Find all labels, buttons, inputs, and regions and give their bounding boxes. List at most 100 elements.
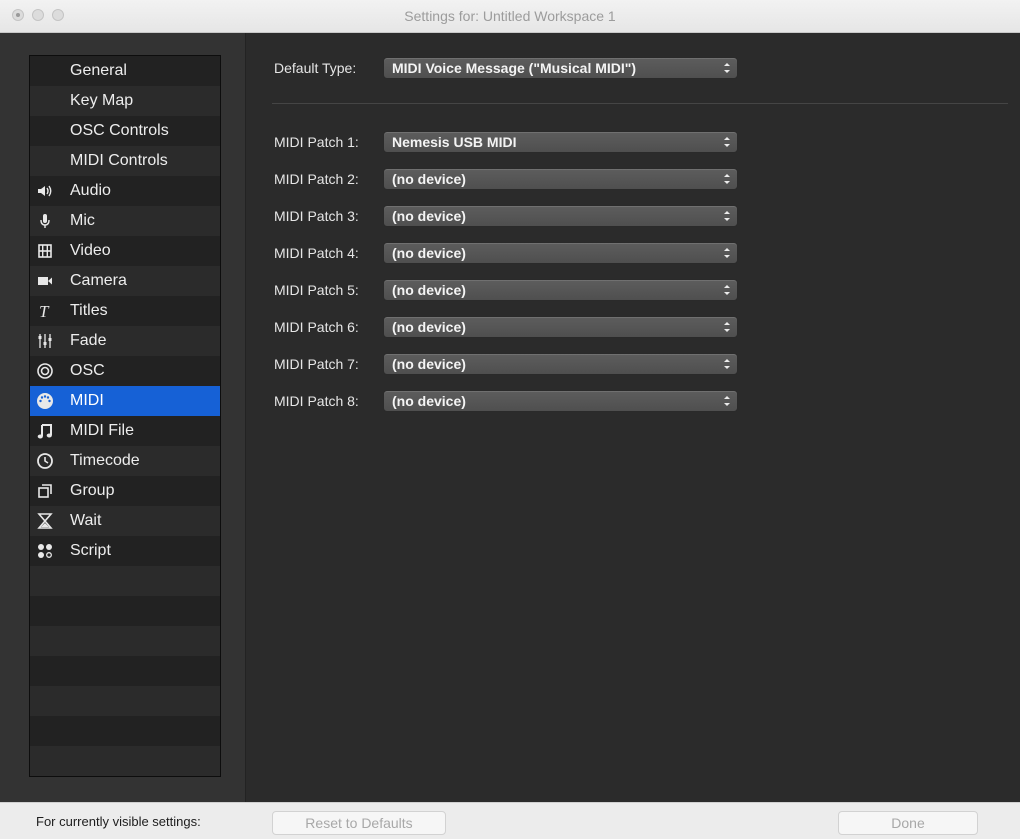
midi-patch-2-label: MIDI Patch 2: bbox=[274, 171, 359, 187]
sidebar-item-midi[interactable]: MIDI bbox=[30, 386, 220, 416]
midi-patch-5-label: MIDI Patch 5: bbox=[274, 282, 359, 298]
sidebar-item-mic[interactable]: Mic bbox=[30, 206, 220, 236]
midi-connector-icon bbox=[36, 392, 54, 410]
sidebar-item-audio[interactable]: Audio bbox=[30, 176, 220, 206]
midi-patch-8-value: (no device) bbox=[392, 393, 466, 409]
sidebar-item-label: OSC Controls bbox=[70, 122, 169, 139]
sidebar-item-fade[interactable]: Fade bbox=[30, 326, 220, 356]
popup-arrows-icon bbox=[724, 359, 730, 369]
midi-patch-6-label: MIDI Patch 6: bbox=[274, 319, 359, 335]
midi-patch-8-popup[interactable]: (no device) bbox=[383, 390, 738, 412]
sidebar-item-key-map[interactable]: Key Map bbox=[30, 86, 220, 116]
midi-patch-1-label: MIDI Patch 1: bbox=[274, 134, 359, 150]
midi-patch-1-value: Nemesis USB MIDI bbox=[392, 134, 517, 150]
sidebar-item-label: MIDI bbox=[70, 392, 104, 409]
midi-patch-3-value: (no device) bbox=[392, 208, 466, 224]
hourglass-icon bbox=[36, 512, 54, 530]
sidebar-item-midi-controls[interactable]: MIDI Controls bbox=[30, 146, 220, 176]
midi-patch-1-popup[interactable]: Nemesis USB MIDI bbox=[383, 131, 738, 153]
sidebar-item-label: Audio bbox=[70, 182, 111, 199]
sidebar-item-titles[interactable]: T Titles bbox=[30, 296, 220, 326]
sidebar-item-camera[interactable]: Camera bbox=[30, 266, 220, 296]
settings-sidebar-list[interactable]: General Key Map OSC Controls MIDI Controls A… bbox=[29, 55, 221, 777]
speaker-icon bbox=[36, 182, 54, 200]
sidebar-item-label: General bbox=[70, 62, 127, 79]
microphone-icon bbox=[36, 212, 54, 230]
sidebar-item-timecode[interactable]: Timecode bbox=[30, 446, 220, 476]
sidebar-empty-row bbox=[30, 716, 220, 746]
sidebar-item-label: Timecode bbox=[70, 452, 140, 469]
sidebar-empty-row bbox=[30, 566, 220, 596]
default-type-popup[interactable]: MIDI Voice Message ("Musical MIDI") bbox=[383, 57, 738, 79]
popup-arrows-icon bbox=[724, 396, 730, 406]
script-dots-icon bbox=[36, 542, 54, 560]
sidebar-empty-row bbox=[30, 746, 220, 776]
clock-icon bbox=[36, 452, 54, 470]
group-icon bbox=[36, 482, 54, 500]
sidebar-pane: General Key Map OSC Controls MIDI Controls A… bbox=[0, 33, 246, 802]
sidebar-item-label: Titles bbox=[70, 302, 108, 319]
sidebar-item-label: Key Map bbox=[70, 92, 134, 109]
midi-patch-2-value: (no device) bbox=[392, 171, 466, 187]
popup-arrows-icon bbox=[724, 63, 730, 73]
sidebar-item-osc-controls[interactable]: OSC Controls bbox=[30, 116, 220, 146]
reset-to-defaults-button[interactable]: Reset to Defaults bbox=[272, 811, 446, 835]
sidebar-item-label: Script bbox=[70, 542, 111, 559]
svg-text:T: T bbox=[39, 302, 50, 320]
text-t-icon: T bbox=[36, 302, 54, 320]
window-title: Settings for: Untitled Workspace 1 bbox=[404, 8, 616, 24]
default-type-label: Default Type: bbox=[274, 60, 357, 76]
midi-patch-4-value: (no device) bbox=[392, 245, 466, 261]
sidebar-empty-row bbox=[30, 686, 220, 716]
midi-patch-5-popup[interactable]: (no device) bbox=[383, 279, 738, 301]
sidebar-item-label: Fade bbox=[70, 332, 107, 349]
sidebar-empty-row bbox=[30, 656, 220, 686]
faders-icon bbox=[36, 332, 54, 350]
sidebar-item-group[interactable]: Group bbox=[30, 476, 220, 506]
popup-arrows-icon bbox=[724, 322, 730, 332]
midi-patch-7-value: (no device) bbox=[392, 356, 466, 372]
title-bar: Settings for: Untitled Workspace 1 bbox=[0, 0, 1020, 33]
default-type-value: MIDI Voice Message ("Musical MIDI") bbox=[392, 60, 637, 76]
sidebar-item-midi-file[interactable]: MIDI File bbox=[30, 416, 220, 446]
midi-patch-3-popup[interactable]: (no device) bbox=[383, 205, 738, 227]
midi-patch-7-popup[interactable]: (no device) bbox=[383, 353, 738, 375]
music-note-icon bbox=[36, 422, 54, 440]
sidebar-item-label: Wait bbox=[70, 512, 102, 529]
settings-main: General Key Map OSC Controls MIDI Controls A… bbox=[0, 33, 1020, 802]
done-button[interactable]: Done bbox=[838, 811, 978, 835]
sidebar-item-label: OSC bbox=[70, 362, 105, 379]
section-divider bbox=[272, 103, 1008, 104]
popup-arrows-icon bbox=[724, 137, 730, 147]
camera-icon bbox=[36, 272, 54, 290]
sidebar-item-label: Mic bbox=[70, 212, 95, 229]
sidebar-item-osc[interactable]: OSC bbox=[30, 356, 220, 386]
sidebar-item-script[interactable]: Script bbox=[30, 536, 220, 566]
sidebar-item-video[interactable]: Video bbox=[30, 236, 220, 266]
sidebar-item-label: MIDI File bbox=[70, 422, 134, 439]
midi-patch-7-label: MIDI Patch 7: bbox=[274, 356, 359, 372]
popup-arrows-icon bbox=[724, 174, 730, 184]
film-icon bbox=[36, 242, 54, 260]
sidebar-empty-row bbox=[30, 626, 220, 656]
midi-patch-2-popup[interactable]: (no device) bbox=[383, 168, 738, 190]
footer-bar: For currently visible settings: Reset to… bbox=[0, 802, 1020, 839]
midi-patch-6-value: (no device) bbox=[392, 319, 466, 335]
sidebar-item-general[interactable]: General bbox=[30, 56, 220, 86]
midi-settings-panel: Default Type: MIDI Voice Message ("Music… bbox=[246, 33, 1020, 802]
midi-patch-8-label: MIDI Patch 8: bbox=[274, 393, 359, 409]
popup-arrows-icon bbox=[724, 285, 730, 295]
midi-patch-4-popup[interactable]: (no device) bbox=[383, 242, 738, 264]
sidebar-item-label: Camera bbox=[70, 272, 127, 289]
target-icon bbox=[36, 362, 54, 380]
sidebar-empty-row bbox=[30, 596, 220, 626]
midi-patch-5-value: (no device) bbox=[392, 282, 466, 298]
footer-caption: For currently visible settings: bbox=[36, 814, 201, 829]
sidebar-item-label: Group bbox=[70, 482, 115, 499]
sidebar-item-label: Video bbox=[70, 242, 111, 259]
midi-patch-4-label: MIDI Patch 4: bbox=[274, 245, 359, 261]
sidebar-item-wait[interactable]: Wait bbox=[30, 506, 220, 536]
popup-arrows-icon bbox=[724, 211, 730, 221]
midi-patch-3-label: MIDI Patch 3: bbox=[274, 208, 359, 224]
midi-patch-6-popup[interactable]: (no device) bbox=[383, 316, 738, 338]
